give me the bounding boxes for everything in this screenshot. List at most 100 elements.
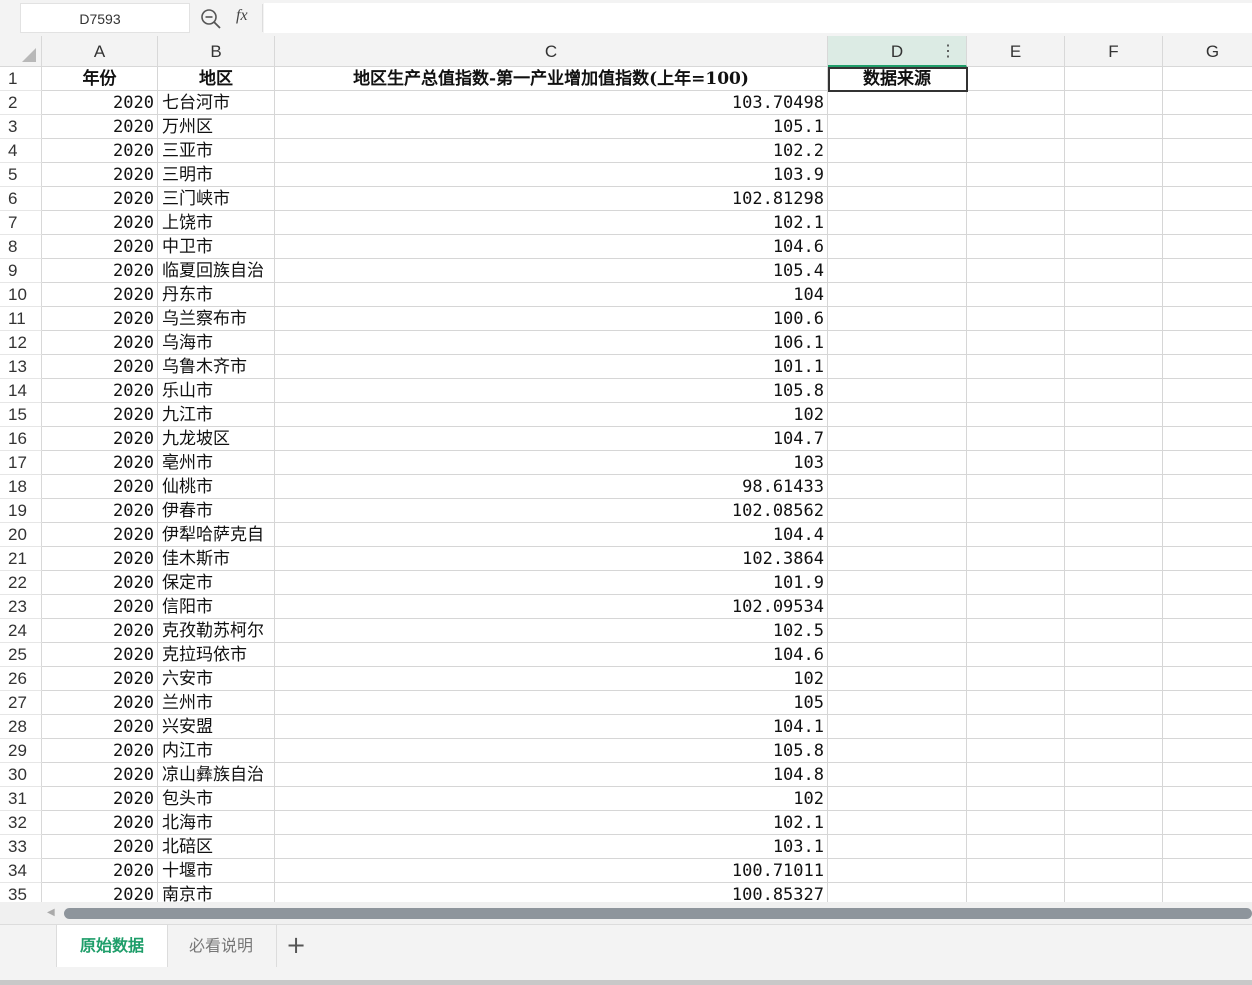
grid-cell[interactable]: [967, 835, 1065, 859]
grid-cell[interactable]: [1163, 619, 1252, 643]
cell-year[interactable]: 2020: [42, 139, 158, 163]
cell-region[interactable]: 七台河市: [158, 91, 275, 115]
grid-cell[interactable]: [1163, 163, 1252, 187]
cell-index-value[interactable]: 105: [275, 691, 828, 715]
grid-cell[interactable]: [1163, 859, 1252, 883]
grid-cell[interactable]: [1065, 211, 1163, 235]
row-header[interactable]: 28: [0, 715, 42, 739]
cell-year[interactable]: 2020: [42, 595, 158, 619]
cell-region[interactable]: 北碚区: [158, 835, 275, 859]
grid-cell[interactable]: [1065, 787, 1163, 811]
cell-index-value[interactable]: 102.81298: [275, 187, 828, 211]
grid-cell[interactable]: [1065, 163, 1163, 187]
grid-cell[interactable]: [1065, 571, 1163, 595]
cell-region[interactable]: 克拉玛依市: [158, 643, 275, 667]
cell-year[interactable]: 2020: [42, 835, 158, 859]
cell-index-value[interactable]: 105.8: [275, 739, 828, 763]
grid-cell[interactable]: [967, 787, 1065, 811]
row-header[interactable]: 35: [0, 883, 42, 902]
grid-cell[interactable]: [967, 763, 1065, 787]
cell-index-value[interactable]: 105.1: [275, 115, 828, 139]
row-header[interactable]: 6: [0, 187, 42, 211]
cell-region[interactable]: 九龙坡区: [158, 427, 275, 451]
grid-cell[interactable]: [828, 187, 967, 211]
grid-cell[interactable]: [1163, 811, 1252, 835]
grid-cell[interactable]: [967, 643, 1065, 667]
function-icon[interactable]: fx: [236, 7, 248, 25]
cell-index-value[interactable]: 104.7: [275, 427, 828, 451]
cell-index-value[interactable]: 102: [275, 403, 828, 427]
select-all-corner[interactable]: [0, 36, 42, 67]
header-cell-year[interactable]: 年份: [42, 67, 158, 91]
cell-year[interactable]: 2020: [42, 883, 158, 902]
grid-cell[interactable]: [1065, 331, 1163, 355]
cell-year[interactable]: 2020: [42, 187, 158, 211]
cell-index-value[interactable]: 102.09534: [275, 595, 828, 619]
grid-cell[interactable]: [1163, 139, 1252, 163]
row-header[interactable]: 13: [0, 355, 42, 379]
row-header[interactable]: 2: [0, 91, 42, 115]
grid-cell[interactable]: [828, 379, 967, 403]
cell-year[interactable]: 2020: [42, 307, 158, 331]
grid-cell[interactable]: [967, 691, 1065, 715]
cell-year[interactable]: 2020: [42, 403, 158, 427]
row-header[interactable]: 19: [0, 499, 42, 523]
cell-index-value[interactable]: 103.1: [275, 835, 828, 859]
grid-cell[interactable]: [828, 859, 967, 883]
cell-year[interactable]: 2020: [42, 523, 158, 547]
grid-cell[interactable]: [828, 403, 967, 427]
cell-region[interactable]: 凉山彝族自治: [158, 763, 275, 787]
grid-cell[interactable]: [1163, 259, 1252, 283]
row-header[interactable]: 23: [0, 595, 42, 619]
cell-year[interactable]: 2020: [42, 451, 158, 475]
column-header-b[interactable]: B: [158, 36, 275, 67]
grid-cell[interactable]: [828, 115, 967, 139]
sheet-tab-notes[interactable]: 必看说明: [166, 925, 277, 967]
cell-index-value[interactable]: 104.6: [275, 643, 828, 667]
cell-region[interactable]: 临夏回族自治: [158, 259, 275, 283]
grid-cell[interactable]: [1065, 91, 1163, 115]
column-header-d[interactable]: D ⋮: [828, 36, 967, 67]
grid-cell[interactable]: [828, 331, 967, 355]
grid-cell[interactable]: [1163, 235, 1252, 259]
cell-region[interactable]: 伊春市: [158, 499, 275, 523]
grid-cell[interactable]: [967, 379, 1065, 403]
grid-cell[interactable]: [828, 739, 967, 763]
grid-cell[interactable]: [1065, 835, 1163, 859]
cell-year[interactable]: 2020: [42, 163, 158, 187]
cell-year[interactable]: 2020: [42, 643, 158, 667]
row-header[interactable]: 5: [0, 163, 42, 187]
cell-year[interactable]: 2020: [42, 691, 158, 715]
header-cell-source[interactable]: 数据来源: [828, 67, 967, 91]
row-header[interactable]: 25: [0, 643, 42, 667]
cell-region[interactable]: 上饶市: [158, 211, 275, 235]
row-header[interactable]: 4: [0, 139, 42, 163]
grid-cell[interactable]: [828, 571, 967, 595]
grid-cell[interactable]: [1065, 811, 1163, 835]
row-header[interactable]: 29: [0, 739, 42, 763]
grid-cell[interactable]: [1065, 859, 1163, 883]
row-header[interactable]: 9: [0, 259, 42, 283]
grid-cell[interactable]: [1163, 883, 1252, 902]
grid-cell[interactable]: [967, 211, 1065, 235]
cell-year[interactable]: 2020: [42, 667, 158, 691]
grid-cell[interactable]: [1065, 307, 1163, 331]
row-header[interactable]: 20: [0, 523, 42, 547]
cell-region[interactable]: 克孜勒苏柯尔: [158, 619, 275, 643]
cell-index-value[interactable]: 104.8: [275, 763, 828, 787]
grid-cell[interactable]: [1163, 547, 1252, 571]
cell-index-value[interactable]: 103.70498: [275, 91, 828, 115]
header-cell-index[interactable]: 地区生产总值指数-第一产业增加值指数(上年=100): [275, 67, 828, 91]
cell-index-value[interactable]: 102.1: [275, 811, 828, 835]
grid-cell[interactable]: [1065, 595, 1163, 619]
cell-year[interactable]: 2020: [42, 859, 158, 883]
cell-index-value[interactable]: 102.3864: [275, 547, 828, 571]
row-header[interactable]: 32: [0, 811, 42, 835]
cell-year[interactable]: 2020: [42, 379, 158, 403]
cell-index-value[interactable]: 104: [275, 283, 828, 307]
row-header[interactable]: 34: [0, 859, 42, 883]
cell-index-value[interactable]: 104.4: [275, 523, 828, 547]
grid-cell[interactable]: [1163, 67, 1252, 91]
grid-cell[interactable]: [967, 283, 1065, 307]
grid-cell[interactable]: [967, 259, 1065, 283]
